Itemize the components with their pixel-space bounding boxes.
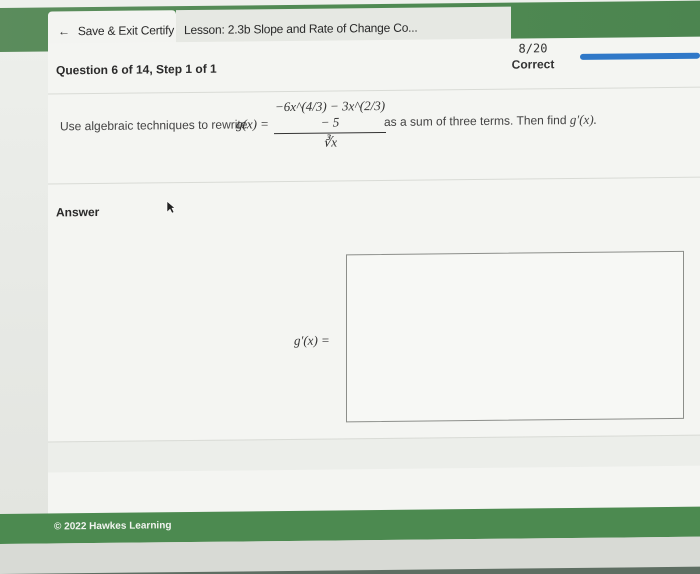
derivative-answer-input[interactable]: [346, 250, 684, 423]
function-fraction: −6x^(4/3) − 3x^(2/3) − 5 ∛x: [274, 97, 386, 151]
lesson-label: Lesson: 2.3b Slope and Rate of Change Co…: [184, 20, 418, 38]
back-arrow-icon: ←: [58, 24, 70, 39]
function-label: g(x) =: [236, 116, 269, 132]
derivative-label: g′(x).: [569, 111, 597, 128]
answer-heading: Answer: [56, 204, 100, 220]
copyright-text: © 2022 Hawkes Learning: [54, 520, 172, 533]
prompt-text-end-label: as a sum of three terms. Then find: [384, 113, 567, 129]
prompt-text-start: Use algebraic techniques to rewrite: [60, 117, 248, 134]
question-title: Question 6 of 14, Step 1 of 1: [56, 61, 217, 78]
derivative-input-label: g′(x) =: [294, 332, 330, 348]
score-display: 8/20 Correct: [508, 40, 558, 73]
question-header: Question 6 of 14, Step 1 of 1 8/20 Corre…: [48, 36, 700, 95]
bottom-background: [0, 536, 700, 574]
save-exit-label: Save & Exit Certify: [77, 23, 175, 39]
prompt-text-end: as a sum of three terms. Then find g′(x)…: [384, 112, 597, 130]
mouse-cursor-icon: [166, 200, 176, 214]
progress-bar: [580, 52, 700, 60]
fraction-numerator: −6x^(4/3) − 3x^(2/3) − 5: [274, 97, 386, 135]
page: ← Save & Exit Certify Lesson: 2.3b Slope…: [0, 0, 700, 574]
fraction-denominator: ∛x: [322, 134, 338, 150]
score-value: 8/20: [518, 41, 548, 56]
score-status: Correct: [511, 57, 555, 72]
problem-statement: Use algebraic techniques to rewrite g(x)…: [48, 88, 700, 185]
